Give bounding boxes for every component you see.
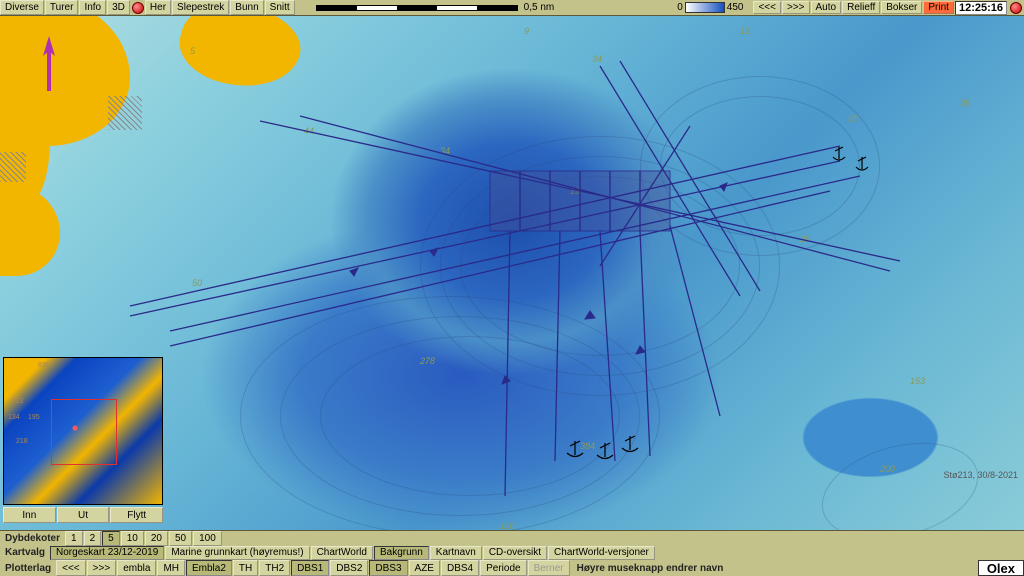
row-dybdekoter: Dybdekoter 125102050100 [0,531,1024,546]
minimap-depth: 134 [8,414,20,421]
relieff-button[interactable]: Relieff [842,1,880,14]
minimap-depth: 222 [12,398,24,405]
kartvalg-label: Kartvalg [0,546,50,561]
depth-reading: 57 [848,114,858,124]
depth-reading: 153 [910,376,925,386]
plotterlag-next-button[interactable]: >>> [87,560,117,576]
minimap-depth: 836 [38,362,50,369]
plotterlag-periode-button[interactable]: Periode [480,560,526,576]
kartvalg-chartworld-button[interactable]: ChartWorld [311,546,373,561]
dybdekoter-opt-5[interactable]: 5 [102,531,120,546]
depth-legend: 0 450 <<< >>> Auto Relieff Bokser Print … [677,0,1024,15]
minimap-depth: 218 [16,438,28,445]
plotterlag-prev-button[interactable]: <<< [56,560,86,576]
depth-reading: 384 [580,441,595,451]
plotterlag-layer-dbs3[interactable]: DBS3 [369,560,407,576]
bokser-button[interactable]: Bokser [881,1,922,14]
depth-min: 0 [677,2,683,13]
menu-3d[interactable]: 3D [107,0,130,15]
plotterlag-layer-embla2[interactable]: Embla2 [186,560,232,576]
depth-reading: 44 [304,126,314,136]
dybdekoter-opt-100[interactable]: 100 [193,531,222,546]
depth-reading: 34 [440,146,450,156]
bottombar: Dybdekoter 125102050100 Kartvalg Norgesk… [0,530,1024,576]
depth-reading: 50 [192,278,202,288]
chart-canvas[interactable]: 5 9 12 34 39 44 34 57 19 50 278 26 110 1… [0,16,1024,530]
clock: 12:25:16 [955,1,1007,15]
depth-reading: 19 [570,186,580,196]
menu-her[interactable]: Her [145,0,171,15]
kartvalg-bakgrunn-button[interactable]: Bakgrunn [374,546,429,561]
plotterlag-layer-th2[interactable]: TH2 [259,560,290,576]
menu-snitt[interactable]: Snitt [265,0,295,15]
minimap[interactable]: 836 222 134 195 218 [3,357,163,505]
depth-next-button[interactable]: >>> [782,1,810,14]
plotterlag-layer-embla[interactable]: embla [117,560,156,576]
menu-info[interactable]: Info [79,0,106,15]
minimap-depth: 195 [28,414,40,421]
menu-slepestrek[interactable]: Slepestrek [172,0,229,15]
print-button[interactable]: Print [923,1,954,14]
scale-bar: 0,5 nm [316,0,555,15]
depth-reading: 26 [800,234,810,244]
dybdekoter-opt-10[interactable]: 10 [121,531,144,546]
dybdekoter-label: Dybdekoter [0,531,65,546]
kartvalg-norgeskart-button[interactable]: Norgeskart 23/12-2019 [50,546,164,561]
dybdekoter-opt-20[interactable]: 20 [145,531,168,546]
minimap-panel: 836 222 134 195 218 Inn Ut Flytt [3,357,163,527]
dybdekoter-opt-50[interactable]: 50 [169,531,192,546]
topbar: Diverse Turer Info 3D Her Slepestrek Bun… [0,0,1024,16]
plotterlag-layer-mh[interactable]: MH [157,560,185,576]
depth-reading: 39 [960,98,970,108]
depth-gradient-icon [685,2,725,13]
depth-reading: 110 [500,521,514,530]
kartvalg-marine-button[interactable]: Marine grunnkart (høyremus!) [165,546,309,561]
depth-reading: 278 [420,356,435,366]
land-mass [172,16,309,100]
shoal-hatch [0,152,26,182]
plotterlag-label: Plotterlag [0,560,56,576]
depth-reading: 34 [592,54,602,64]
status-led-icon [1010,2,1022,14]
auto-button[interactable]: Auto [811,1,842,14]
plotterlag-berner-button[interactable]: Berner [528,560,570,576]
menu-diverse[interactable]: Diverse [0,0,44,15]
plotterlag-layer-dbs1[interactable]: DBS1 [291,560,329,576]
menu-bunn[interactable]: Bunn [230,0,263,15]
depth-prev-button[interactable]: <<< [753,1,781,14]
kartvalg-kartnavn-button[interactable]: Kartnavn [430,546,482,561]
minimap-zoom-out-button[interactable]: Ut [57,507,110,523]
shoal-hatch [108,96,142,130]
row-kartvalg: Kartvalg Norgeskart 23/12-2019 Marine gr… [0,546,1024,561]
depth-reading: 200 [880,464,895,474]
record-indicator-icon [132,2,144,14]
scale-label: 0,5 nm [524,2,555,13]
dybdekoter-opt-1[interactable]: 1 [65,531,83,546]
kartvalg-cd-button[interactable]: CD-oversikt [483,546,547,561]
plotterlag-layer-aze[interactable]: AZE [409,560,440,576]
kartvalg-cwver-button[interactable]: ChartWorld-versjoner [548,546,655,561]
minimap-zoom-in-button[interactable]: Inn [3,507,56,523]
menu-turer[interactable]: Turer [45,0,79,15]
depth-reading: 12 [740,26,750,36]
depth-reading: 9 [524,26,529,36]
row-plotterlag: Plotterlag <<< >>> emblaMHEmbla2THTH2DBS… [0,560,1024,576]
logo: Olex [978,560,1024,576]
corner-info: Stø213, 30/8-2021 [943,470,1018,480]
depth-max: 450 [727,2,744,13]
plotterlag-layer-th[interactable]: TH [233,560,258,576]
plotterlag-layer-dbs4[interactable]: DBS4 [441,560,479,576]
dybdekoter-opt-2[interactable]: 2 [84,531,102,546]
compass-rose-icon [35,36,63,96]
plotterlag-layer-dbs2[interactable]: DBS2 [330,560,368,576]
land-mass [0,186,60,276]
plotterlag-hint: Høyre museknapp endrer navn [571,560,730,576]
minimap-move-button[interactable]: Flytt [110,507,163,523]
